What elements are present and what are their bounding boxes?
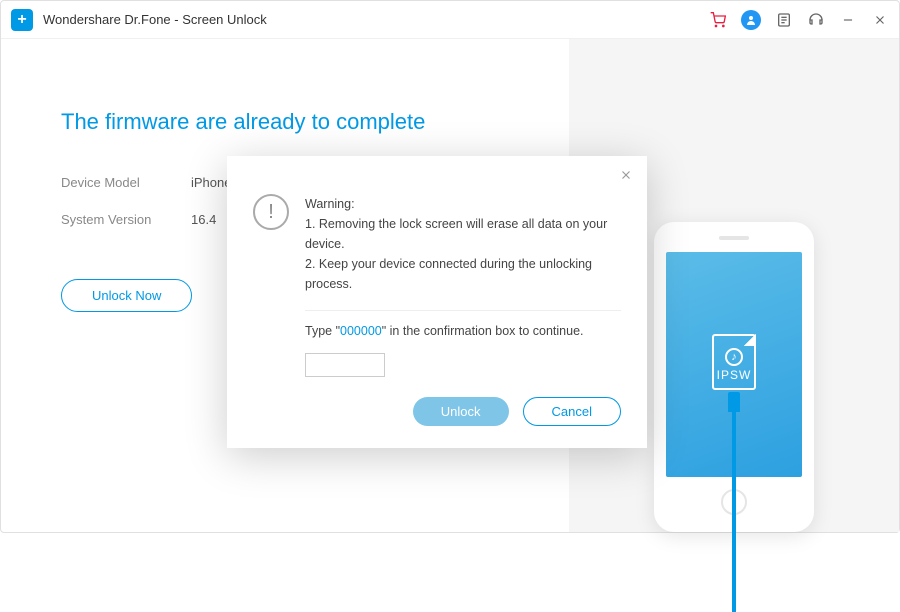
confirm-code: 000000 [340,324,382,338]
ipsw-label: IPSW [714,368,754,382]
system-version-value: 16.4 [191,212,216,227]
app-logo-icon: + [11,9,33,31]
feedback-icon[interactable] [775,11,793,29]
confirm-instruction: Type "000000" in the confirmation box to… [305,310,621,341]
unlock-now-button[interactable]: Unlock Now [61,279,192,312]
support-icon[interactable] [807,11,825,29]
titlebar: + Wondershare Dr.Fone - Screen Unlock [1,1,899,39]
system-version-label: System Version [61,212,191,227]
dialog-footer: Unlock Cancel [253,397,621,426]
cancel-button[interactable]: Cancel [523,397,621,426]
ipsw-file-icon: ♪ IPSW [712,334,756,396]
page-headline: The firmware are already to complete [61,109,519,135]
unlock-button[interactable]: Unlock [413,397,509,426]
close-button[interactable] [871,11,889,29]
device-model-label: Device Model [61,175,191,190]
dialog-close-button[interactable] [619,168,633,187]
phone-speaker-icon [719,236,749,240]
warning-heading: Warning: [305,194,621,214]
dialog-body: ! Warning: 1. Removing the lock screen w… [253,194,621,377]
phone-illustration: ♪ IPSW [654,222,814,532]
user-icon[interactable] [741,10,761,30]
dialog-text: Warning: 1. Removing the lock screen wil… [305,194,621,377]
app-title: Wondershare Dr.Fone - Screen Unlock [43,12,267,27]
confirmation-dialog: ! Warning: 1. Removing the lock screen w… [227,156,647,448]
warning-line-1: 1. Removing the lock screen will erase a… [305,214,621,254]
cable-icon [726,392,742,612]
cart-icon[interactable] [709,11,727,29]
warning-line-2: 2. Keep your device connected during the… [305,254,621,294]
titlebar-actions [709,10,889,30]
warning-icon: ! [253,194,289,230]
minimize-button[interactable] [839,11,857,29]
confirmation-input[interactable] [305,353,385,377]
